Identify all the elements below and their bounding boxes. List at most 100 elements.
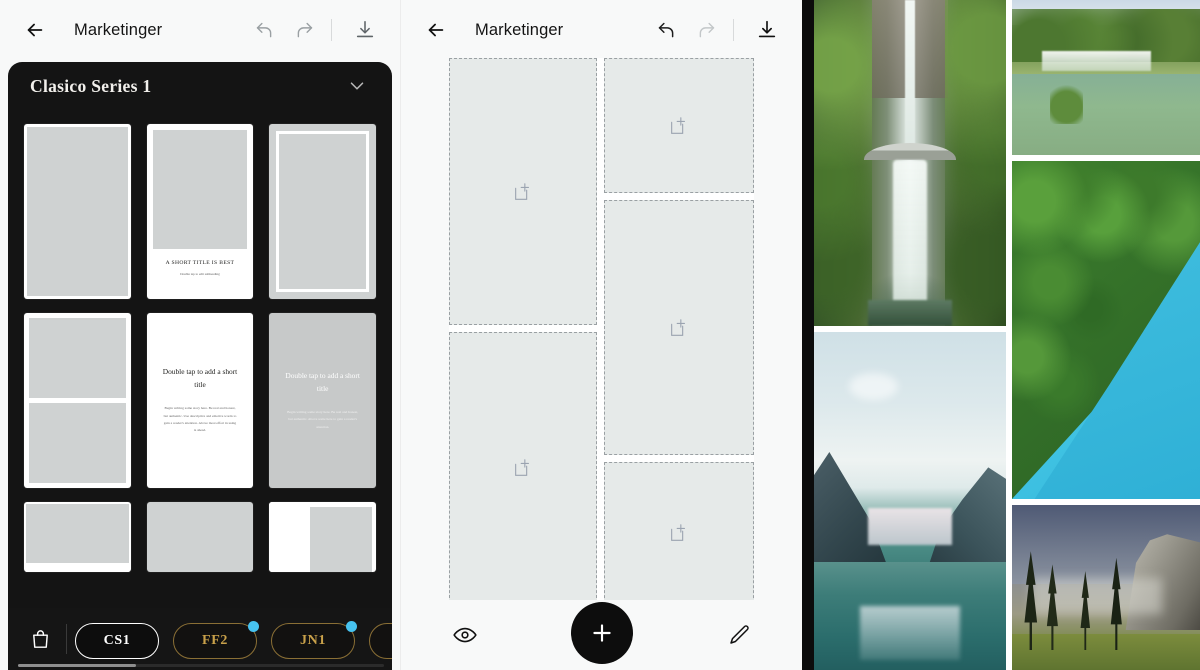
template-card[interactable]: [24, 502, 131, 572]
series-chip-next[interactable]: [369, 623, 392, 659]
template-card[interactable]: [269, 502, 376, 572]
canvas-right-column: [604, 58, 754, 603]
photo-layer: [814, 0, 872, 326]
series-title: Clasico Series 1: [30, 75, 152, 96]
photo-layer: [860, 605, 960, 660]
redo-button[interactable]: [689, 13, 723, 47]
panel2-topbar: Marketinger: [401, 0, 802, 60]
template-card[interactable]: A SHORT TITLE IS BEST Double tap to edit…: [146, 124, 254, 299]
add-photo-icon: [668, 115, 690, 137]
template-sheet: Clasico Series 1 A SHORT TITLE IS BEST D…: [8, 62, 392, 670]
shop-button[interactable]: [18, 617, 62, 661]
chipbar-divider: [66, 624, 67, 654]
template-photo-area: [27, 127, 128, 296]
pencil-icon: [730, 625, 749, 644]
photo-thumbnail[interactable]: [1012, 161, 1200, 499]
download-icon: [758, 20, 776, 38]
photo-layer: [892, 159, 928, 310]
template-grid: A SHORT TITLE IS BEST Double tap to edit…: [8, 110, 392, 622]
series-chip-bar: CS1 FF2 JN1: [8, 608, 392, 670]
photo-slot[interactable]: [604, 462, 754, 603]
template-card[interactable]: [24, 124, 131, 299]
app-root: Marketinger Clasico Series 1 A SHORT TIT…: [0, 0, 1200, 670]
chip-scroll-container[interactable]: CS1 FF2 JN1: [75, 608, 392, 670]
template-picker-panel: Marketinger Clasico Series 1 A SHORT TIT…: [0, 0, 400, 670]
download-button[interactable]: [750, 13, 784, 47]
gallery-left-column: [814, 0, 1006, 670]
template-caption-title: A SHORT TITLE IS BEST: [165, 260, 235, 266]
document-title: Marketinger: [74, 20, 163, 39]
series-chip-cs1[interactable]: CS1: [75, 623, 159, 659]
template-photo-area: [29, 318, 126, 398]
collapse-sheet-button[interactable]: [344, 73, 370, 99]
add-element-button[interactable]: [571, 602, 633, 664]
photo-layer: [1012, 633, 1200, 670]
template-card[interactable]: [146, 502, 254, 572]
photo-layer: [1042, 51, 1152, 72]
collage-canvas: [449, 58, 754, 603]
back-button[interactable]: [419, 13, 453, 47]
photo-layer: [848, 372, 899, 400]
photo-slot[interactable]: [449, 58, 597, 325]
photo-layer: [944, 0, 1006, 326]
photo-thumbnail[interactable]: [814, 0, 1006, 326]
template-card[interactable]: Double tap to add a short title Begin wr…: [269, 313, 376, 488]
add-photo-icon: [668, 522, 690, 544]
photo-slot[interactable]: [449, 332, 597, 603]
template-photo-area: [29, 403, 126, 483]
photo-layer: [867, 507, 953, 545]
photo-layer: [905, 0, 915, 150]
photo-gallery-panel: [802, 0, 1200, 670]
template-card[interactable]: [269, 124, 376, 299]
add-photo-icon: [512, 457, 534, 479]
document-title: Marketinger: [475, 20, 564, 39]
undo-icon: [658, 22, 673, 37]
photo-thumbnail[interactable]: [1012, 505, 1200, 670]
template-card[interactable]: Double tap to add a short title Begin wr…: [146, 313, 254, 488]
template-photo-area: [152, 130, 248, 249]
template-photo-area: [309, 507, 372, 572]
gallery-edge-strip: [802, 0, 814, 670]
photo-slot[interactable]: [604, 200, 754, 455]
undo-button[interactable]: [247, 13, 281, 47]
template-card[interactable]: [24, 313, 131, 488]
template-title-text: Double tap to add a short title: [285, 371, 360, 393]
template-caption: A SHORT TITLE IS BEST Double tap to edit…: [153, 249, 248, 299]
gallery-right-column: [1012, 0, 1200, 670]
canvas-left-column: [449, 58, 597, 603]
template-text-area: [269, 502, 310, 572]
chevron-down-icon: [350, 82, 364, 90]
preview-button[interactable]: [443, 613, 487, 657]
canvas-panel: Marketinger: [400, 0, 802, 670]
edit-button[interactable]: [717, 613, 761, 657]
undo-button[interactable]: [649, 13, 683, 47]
canvas-bottom-toolbar: [401, 600, 802, 670]
download-button[interactable]: [348, 13, 382, 47]
photo-layer: [1012, 74, 1200, 155]
photo-layer: [1049, 80, 1084, 124]
new-badge-dot: [248, 621, 259, 632]
series-chip-ff2[interactable]: FF2: [173, 621, 259, 659]
back-button[interactable]: [18, 13, 52, 47]
photo-thumbnail[interactable]: [814, 332, 1006, 670]
chip-label: CS1: [103, 633, 131, 648]
template-inner-frame: [276, 131, 369, 292]
template-body-text: Begin writing some story here. Be real a…: [287, 409, 359, 429]
chip-scrollbar-thumb[interactable]: [18, 664, 136, 667]
toolbar-divider: [331, 19, 332, 41]
template-sheet-header[interactable]: Clasico Series 1: [8, 62, 392, 110]
template-photo-area: [26, 504, 129, 563]
shopping-bag-icon: [32, 629, 48, 648]
photo-thumbnail[interactable]: [1012, 0, 1200, 155]
redo-button[interactable]: [287, 13, 321, 47]
chip-label: FF2: [202, 633, 228, 648]
template-title-text: Double tap to add a short title: [162, 367, 238, 390]
photo-grid: [814, 0, 1200, 670]
photo-slot[interactable]: [604, 58, 754, 193]
new-badge-dot: [346, 621, 357, 632]
series-chip-jn1[interactable]: JN1: [271, 621, 357, 659]
plus-icon: [593, 624, 611, 642]
template-caption-band: [26, 563, 129, 572]
template-body-text: Begin writing some story here. Be real a…: [163, 406, 237, 433]
template-caption-subtitle: Double tap to edit subheading: [180, 272, 220, 276]
